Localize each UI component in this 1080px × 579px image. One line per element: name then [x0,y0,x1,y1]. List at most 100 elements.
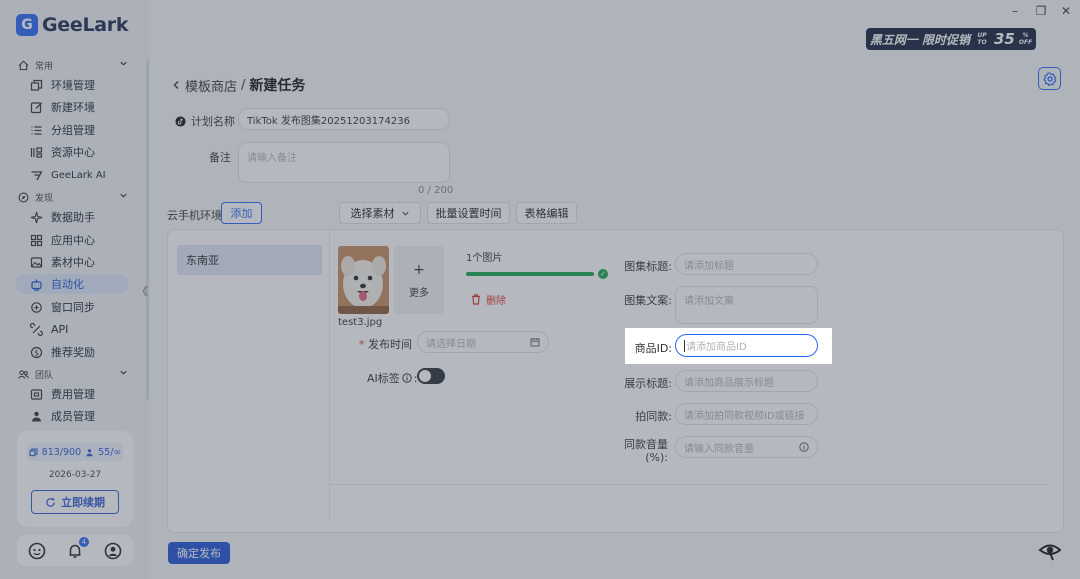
sidebar-section-common[interactable]: 常用 [18,57,130,73]
sidebar-section-label: 团队 [35,370,54,381]
chevron-down-icon [119,59,128,68]
same-volume-input[interactable]: 请输入同款音量 [675,436,818,458]
env-quota: 813/900 [41,446,82,458]
region-tab-southeast-asia[interactable]: 东南亚 [177,245,322,275]
sidebar-item-label: 数据助手 [51,211,95,224]
toggle-knob [419,370,431,382]
collapse-sidebar-icon[interactable]: 《 [137,283,148,299]
sidebar-item-label: 应用中心 [51,234,95,247]
info-icon[interactable] [402,373,412,383]
plus-icon: + [413,261,425,278]
note-counter: 0 / 200 [418,185,454,196]
sidebar-item-app-center[interactable]: 应用中心 [18,230,130,250]
member-quota: 55/∞ [98,446,122,458]
sidebar-scrollbar[interactable] [146,60,149,400]
sidebar-item-referral[interactable]: $ 推荐奖励 [18,342,130,362]
album-title-input[interactable]: 请添加标题 [675,253,818,275]
sidebar-item-api[interactable]: API [18,319,130,339]
restore-button[interactable]: ❐ [1031,4,1051,18]
add-more-image-button[interactable]: + 更多 [394,246,444,314]
product-id-label: 商品ID: [634,342,672,355]
ai-icon [30,169,43,182]
geelark-logo-icon: G [16,14,38,36]
delete-image-button[interactable]: 删除 [471,292,506,307]
promo-pct-sign: % [1022,32,1029,39]
tiktok-icon [175,115,186,127]
expiry-date: 2026-03-27 [48,470,102,480]
close-button[interactable]: ✕ [1056,4,1076,18]
window-stack-icon [30,79,43,92]
ai-tag-toggle[interactable] [417,368,445,384]
plan-name-input[interactable]: TikTok 发布图集20251203174236 [238,108,450,130]
page-title: 新建任务 [249,78,306,94]
sidebar-section-team[interactable]: 团队 [18,366,130,382]
same-style-input[interactable]: 请添加拍同款视频ID或链接 [675,403,818,425]
product-id-input[interactable]: 请添加商品ID [675,334,818,357]
plan-name-label-group: 计划名称 [175,113,235,129]
breadcrumb-parent[interactable]: 模板商店 [185,76,237,95]
sidebar-item-material-center[interactable]: 素材中心 [18,252,130,272]
product-id-placeholder: 请添加商品ID [686,342,747,353]
sparkle-icon [30,211,43,224]
sidebar-item-group-management[interactable]: 分组管理 [18,120,130,140]
display-title-input[interactable]: 请添加商品展示标题 [675,370,818,392]
chevron-down-icon [401,209,410,218]
album-title-label: 图集标题: [624,260,672,273]
notification-badge: 4 [78,536,89,547]
select-material-dropdown[interactable]: 选择素材 [339,202,421,224]
sidebar-item-data-assistant[interactable]: 数据助手 [18,207,130,227]
app-name: GeeLark [42,14,129,36]
batch-set-time-button[interactable]: 批量设置时间 [427,202,510,224]
plan-card: 813/900 55/∞ 2026-03-27 立即续期 [17,431,133,527]
renew-button[interactable]: 立即续期 [31,490,119,514]
calendar-icon [530,337,540,347]
album-copy-textarea[interactable]: 请添加文案 [675,286,818,324]
refresh-icon [45,497,56,508]
bell-icon[interactable]: 4 [67,536,89,559]
promo-percent: 35 [994,30,1015,48]
support-face-icon[interactable] [28,542,46,560]
breadcrumb-separator: / [241,77,246,93]
info-icon[interactable] [799,442,809,452]
sidebar: G GeeLark 常用 环境管理 新建环境 分组管理 资源中心 GeeLark… [0,0,150,579]
account-avatar-icon[interactable] [104,542,122,560]
note-label: 备注 [209,151,231,164]
note-textarea[interactable]: 请输入备注 [238,142,450,183]
gear-icon [1042,71,1057,86]
add-env-button[interactable]: 添加 [221,202,262,224]
panel-divider [329,230,330,523]
ai-tag-label-group: AI标签 : [367,371,418,386]
sidebar-section-discover[interactable]: 发现 [18,189,130,205]
user-icon [30,410,43,423]
sidebar-item-window-sync[interactable]: 窗口同步 [18,297,130,317]
sidebar-item-label: 推荐奖励 [51,346,95,359]
sidebar-section-label: 常用 [35,61,54,72]
sidebar-item-billing[interactable]: 费用管理 [18,384,130,404]
geelark-eye-logo-icon[interactable] [1038,541,1062,561]
sidebar-item-geelark-ai[interactable]: GeeLark AI [18,165,130,185]
sidebar-item-resource-center[interactable]: 资源中心 [18,142,130,162]
publish-time-picker[interactable]: 请选择日期 [417,331,549,353]
sidebar-item-members[interactable]: 成员管理 [18,406,130,426]
select-material-label: 选择素材 [350,207,395,220]
sidebar-item-label: API [51,322,69,336]
edit-icon [30,101,43,114]
minimize-button[interactable]: – [1005,4,1025,18]
text-cursor [684,339,685,352]
back-chevron-icon[interactable] [172,80,181,90]
api-icon [30,322,43,336]
promo-off: OFF [1018,39,1033,46]
sidebar-item-automation[interactable]: 自动化 [16,274,128,294]
publish-time-label: 发布时间 [368,338,412,351]
promo-banner[interactable]: 黑五网一 限时促销 UP TO 35 % OFF [866,28,1036,50]
app-logo[interactable]: G GeeLark [16,14,129,36]
sidebar-item-new-env[interactable]: 新建环境 [18,97,130,117]
compass-icon [18,192,29,203]
album-copy-label: 图集文案: [624,294,672,307]
sidebar-item-label: 分组管理 [51,124,95,137]
settings-button[interactable] [1038,67,1061,90]
sidebar-item-env-management[interactable]: 环境管理 [18,75,130,95]
confirm-publish-button[interactable]: 确定发布 [168,542,230,564]
image-thumbnail[interactable] [338,246,389,314]
table-edit-button[interactable]: 表格编辑 [516,202,577,224]
